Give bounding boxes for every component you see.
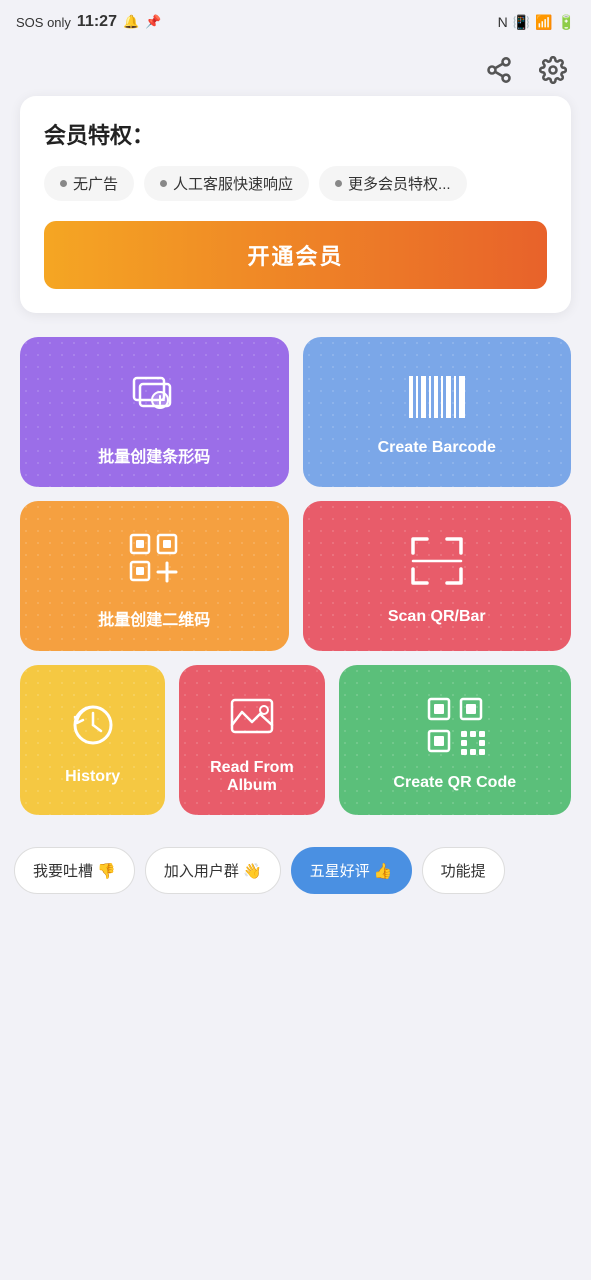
member-card: 会员特权： 无广告 人工客服快速响应 更多会员特权... 开通会员 (20, 96, 571, 313)
history-tile[interactable]: History (20, 665, 165, 815)
member-tags: 无广告 人工客服快速响应 更多会员特权... (44, 166, 547, 201)
share-button[interactable] (481, 52, 517, 88)
tag-dot-3 (335, 180, 342, 187)
sos-text: SOS only (16, 15, 71, 30)
vibrate-icon: 📳 (513, 14, 530, 31)
batch-qr-label: 批量创建二维码 (98, 606, 210, 630)
battery-icon: 🔋 (558, 14, 575, 31)
status-bar: SOS only 11:27 🔔 📌 N 📳 📶 🔋 (0, 0, 591, 44)
tag-more: 更多会员特权... (319, 166, 467, 201)
tag-no-ads-label: 无广告 (73, 173, 118, 194)
scan-qrbar-tile[interactable]: Scan QR/Bar (303, 501, 572, 651)
feedback-button[interactable]: 我要吐槽 👎 (14, 847, 135, 894)
tag-dot-2 (160, 180, 167, 187)
member-title: 会员特权： (44, 118, 547, 150)
bell-icon: 🔔 (123, 14, 139, 30)
batch-barcode-tile[interactable]: 批量创建条形码 (20, 337, 289, 487)
bottom-bar: 我要吐槽 👎 加入用户群 👋 五星好评 👍 功能提 (0, 829, 591, 904)
tag-dot (60, 180, 67, 187)
batch-qr-icon (123, 527, 185, 594)
grid-section: 批量创建条形码 Create Barcode (0, 337, 591, 815)
member-button[interactable]: 开通会员 (44, 221, 547, 289)
grid-row-2: 批量创建二维码 Scan QR/Bar (20, 501, 571, 651)
create-barcode-label: Create Barcode (378, 439, 496, 457)
status-right: N 📳 📶 🔋 (498, 14, 575, 31)
batch-qr-tile[interactable]: 批量创建二维码 (20, 501, 289, 651)
tag-support: 人工客服快速响应 (144, 166, 309, 201)
barcode-icon (405, 372, 469, 427)
grid-row-1: 批量创建条形码 Create Barcode (20, 337, 571, 487)
five-star-button[interactable]: 五星好评 👍 (291, 847, 412, 894)
grid-row-3: History Read From Album (20, 665, 571, 815)
tag-more-label: 更多会员特权... (348, 173, 451, 194)
qr-icon (423, 693, 487, 762)
read-album-tile[interactable]: Read From Album (179, 665, 324, 815)
scan-icon (405, 531, 469, 596)
join-group-button[interactable]: 加入用户群 👋 (145, 847, 281, 894)
status-time: 11:27 (77, 13, 117, 31)
album-icon (226, 690, 278, 747)
create-barcode-tile[interactable]: Create Barcode (303, 337, 572, 487)
tag-support-label: 人工客服快速响应 (173, 173, 293, 194)
wifi-icon: 📶 (535, 14, 552, 31)
create-qr-tile[interactable]: Create QR Code (339, 665, 571, 815)
batch-barcode-icon (122, 362, 186, 431)
scan-qrbar-label: Scan QR/Bar (388, 608, 486, 626)
pin-icon: 📌 (145, 14, 161, 30)
read-album-label: Read From Album (191, 759, 312, 795)
history-icon (67, 699, 119, 756)
nfc-icon: N (498, 14, 508, 30)
status-left: SOS only 11:27 🔔 📌 (16, 13, 161, 31)
create-qr-label: Create QR Code (393, 774, 516, 792)
batch-barcode-label: 批量创建条形码 (98, 443, 210, 467)
history-label: History (65, 768, 120, 786)
toolbar (0, 44, 591, 96)
feature-suggest-button[interactable]: 功能提 (422, 847, 505, 894)
settings-button[interactable] (535, 52, 571, 88)
tag-no-ads: 无广告 (44, 166, 134, 201)
